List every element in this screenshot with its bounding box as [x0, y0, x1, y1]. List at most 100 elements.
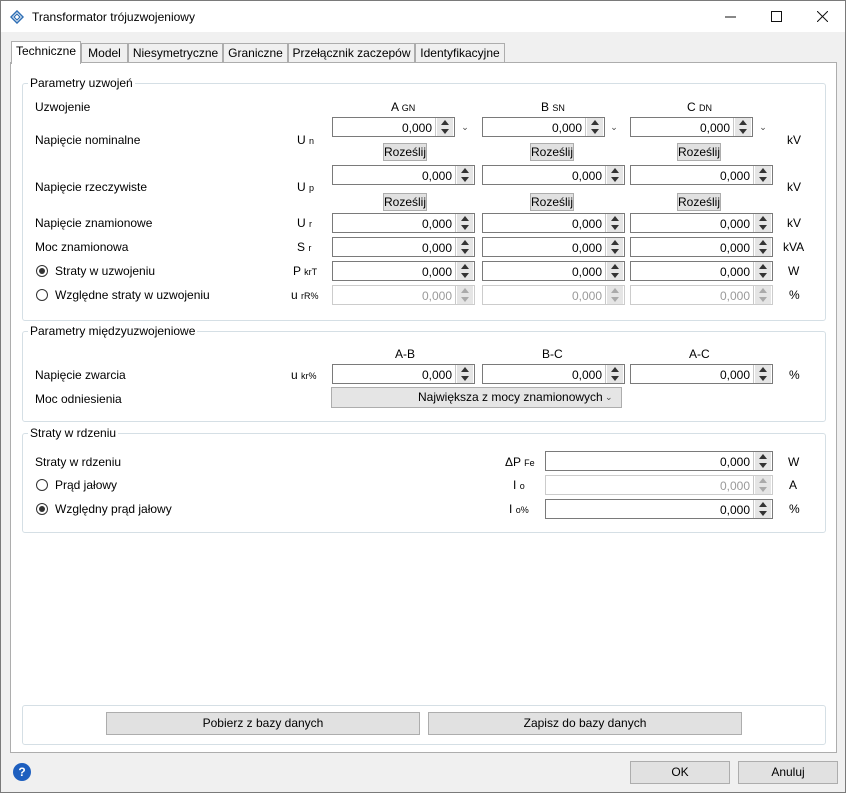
spinner[interactable] — [753, 500, 772, 518]
winding-losses-radio[interactable] — [36, 265, 48, 277]
tab-model[interactable]: Model — [81, 43, 128, 63]
relative-winding-losses-symbol: u rR% — [291, 288, 319, 302]
rozeslij-actual-a-button[interactable]: Roześlij — [383, 193, 427, 211]
maximize-button[interactable] — [753, 1, 799, 32]
relative-winding-losses-unit: % — [789, 288, 800, 302]
core-losses-symbol: ΔP Fe — [505, 455, 535, 469]
rozeslij-nominal-a-button[interactable]: Roześlij — [383, 143, 427, 161]
short-circuit-voltage-label: Napięcie zwarcia — [35, 368, 126, 382]
short-circuit-voltage-bc-input[interactable]: 0,000 — [482, 364, 625, 384]
spinner[interactable] — [605, 262, 624, 280]
nominal-voltage-c-input[interactable]: 0,000 — [630, 117, 753, 137]
rozeslij-actual-c-button[interactable]: Roześlij — [677, 193, 721, 211]
col-header-a: A GN — [391, 100, 416, 114]
rated-power-c-input[interactable]: 0,000 — [630, 237, 773, 257]
col-header-ac: A-C — [689, 347, 710, 361]
spinner — [753, 286, 772, 304]
short-circuit-voltage-ac-input[interactable]: 0,000 — [630, 364, 773, 384]
inter-winding-group-title: Parametry międzyuzwojeniowe — [28, 324, 198, 338]
spinner[interactable] — [753, 365, 772, 383]
rated-voltage-c-input[interactable]: 0,000 — [630, 213, 773, 233]
winding-losses-c-input[interactable]: 0,000 — [630, 261, 773, 281]
core-losses-input[interactable]: 0,000 — [545, 451, 773, 471]
close-button[interactable] — [799, 1, 845, 32]
no-load-current-radio[interactable] — [36, 479, 48, 491]
spinner[interactable] — [455, 365, 474, 383]
winding-losses-a-input[interactable]: 0,000 — [332, 261, 475, 281]
actual-voltage-b-input[interactable]: 0,000 — [482, 165, 625, 185]
rated-voltage-label: Napięcie znamionowe — [35, 216, 153, 230]
spinner — [455, 286, 474, 304]
tab-graniczne[interactable]: Graniczne — [223, 43, 288, 63]
actual-voltage-c-input[interactable]: 0,000 — [630, 165, 773, 185]
rozeslij-nominal-b-button[interactable]: Roześlij — [530, 143, 574, 161]
spinner[interactable] — [753, 214, 772, 232]
short-circuit-voltage-unit: % — [789, 368, 800, 382]
minimize-button[interactable] — [707, 1, 753, 32]
winding-losses-label: Straty w uzwojeniu — [55, 264, 156, 278]
no-load-current-label: Prąd jałowy — [55, 478, 118, 492]
help-icon[interactable]: ? — [13, 763, 31, 781]
tab-techniczne[interactable]: Techniczne — [11, 41, 81, 64]
nominal-voltage-label: Napięcie nominalne — [35, 133, 141, 147]
tab-przelacznik-zaczepow[interactable]: Przełącznik zaczepów — [288, 43, 415, 63]
relative-winding-losses-a-input: 0,000 — [332, 285, 475, 305]
tab-identyfikacyjne[interactable]: Identyfikacyjne — [415, 43, 505, 63]
spinner[interactable] — [605, 365, 624, 383]
rated-voltage-symbol: U r — [297, 216, 313, 230]
ok-button[interactable]: OK — [630, 761, 730, 784]
spinner[interactable] — [753, 262, 772, 280]
save-to-database-button[interactable]: Zapisz do bazy danych — [428, 712, 742, 735]
rated-power-symbol: S r — [297, 240, 312, 254]
winding-losses-symbol: P krT — [293, 264, 318, 278]
core-losses-label: Straty w rdzeniu — [35, 455, 122, 469]
relative-winding-losses-b-input: 0,000 — [482, 285, 625, 305]
spinner[interactable] — [455, 262, 474, 280]
spinner[interactable] — [605, 214, 624, 232]
nominal-voltage-a-input[interactable]: 0,000 — [332, 117, 455, 137]
spinner[interactable] — [733, 118, 752, 136]
rated-voltage-b-input[interactable]: 0,000 — [482, 213, 625, 233]
actual-voltage-a-input[interactable]: 0,000 — [332, 165, 475, 185]
relative-winding-losses-c-input: 0,000 — [630, 285, 773, 305]
rated-power-label: Moc znamionowa — [35, 240, 129, 254]
spinner[interactable] — [455, 214, 474, 232]
reference-power-select[interactable]: Największa z mocy znamionowych ⌄ — [331, 387, 622, 408]
nominal-voltage-b-input[interactable]: 0,000 — [482, 117, 605, 137]
reference-power-label: Moc odniesienia — [35, 392, 122, 406]
spinner[interactable] — [435, 118, 454, 136]
spinner[interactable] — [753, 166, 772, 184]
rated-voltage-a-input[interactable]: 0,000 — [332, 213, 475, 233]
relative-no-load-current-label: Względny prąd jałowy — [55, 502, 172, 516]
spinner[interactable] — [455, 238, 474, 256]
rozeslij-actual-b-button[interactable]: Roześlij — [530, 193, 574, 211]
rozeslij-nominal-c-button[interactable]: Roześlij — [677, 143, 721, 161]
spinner[interactable] — [605, 166, 624, 184]
spinner[interactable] — [753, 452, 772, 470]
cancel-button[interactable]: Anuluj — [738, 761, 838, 784]
chevron-down-icon[interactable]: ⌄ — [753, 117, 773, 137]
chevron-down-icon[interactable]: ⌄ — [604, 117, 624, 137]
winding-losses-b-input[interactable]: 0,000 — [482, 261, 625, 281]
spinner — [605, 286, 624, 304]
relative-no-load-current-unit: % — [789, 502, 800, 516]
spinner[interactable] — [455, 166, 474, 184]
rated-power-b-input[interactable]: 0,000 — [482, 237, 625, 257]
actual-voltage-label: Napięcie rzeczywiste — [35, 180, 148, 194]
relative-winding-losses-radio[interactable] — [36, 289, 48, 301]
rated-voltage-unit: kV — [787, 216, 802, 230]
relative-no-load-current-input[interactable]: 0,000 — [545, 499, 773, 519]
load-from-database-button[interactable]: Pobierz z bazy danych — [106, 712, 420, 735]
relative-no-load-current-radio[interactable] — [36, 503, 48, 515]
col-header-c: C DN — [687, 100, 713, 114]
chevron-down-icon[interactable]: ⌄ — [455, 117, 475, 137]
actual-voltage-symbol: U p — [297, 180, 315, 194]
title-bar: Transformator trójuzwojeniowy — [1, 1, 845, 32]
rated-power-a-input[interactable]: 0,000 — [332, 237, 475, 257]
spinner[interactable] — [605, 238, 624, 256]
relative-no-load-current-symbol: I o% — [509, 502, 529, 516]
spinner[interactable] — [753, 238, 772, 256]
spinner[interactable] — [585, 118, 604, 136]
tab-niesymetryczne[interactable]: Niesymetryczne — [128, 43, 223, 63]
short-circuit-voltage-ab-input[interactable]: 0,000 — [332, 364, 475, 384]
